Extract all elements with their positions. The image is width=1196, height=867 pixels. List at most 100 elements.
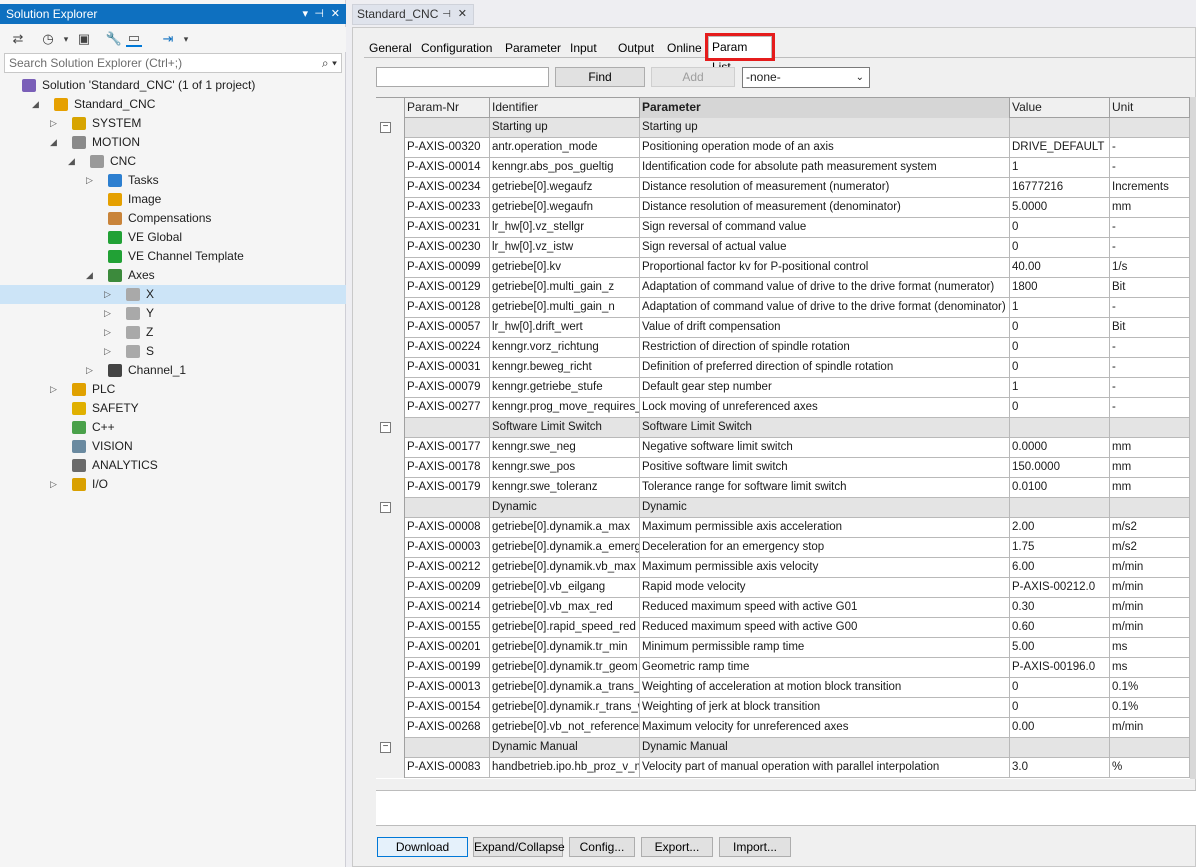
cell-value[interactable]: 0: [1010, 398, 1110, 418]
expanded-arrow-icon[interactable]: ◢: [50, 133, 60, 152]
table-row[interactable]: P-AXIS-00177 kenngr.swe_neg Negative softw…: [376, 438, 1196, 458]
collapsed-arrow-icon[interactable]: ▷: [104, 342, 114, 361]
tree-item[interactable]: ◢ MOTION: [0, 133, 346, 152]
collapsed-arrow-icon[interactable]: ▷: [86, 171, 96, 190]
cell-value[interactable]: 0.0000: [1010, 438, 1110, 458]
row-header[interactable]: −: [376, 418, 405, 438]
collapsed-arrow-icon[interactable]: ▷: [104, 304, 114, 323]
grid-scrollbar[interactable]: [1190, 97, 1196, 779]
group-row[interactable]: − Software Limit Switch Software Limit Swi…: [376, 418, 1196, 438]
cell-value[interactable]: 5.00: [1010, 638, 1110, 658]
collapse-icon[interactable]: −: [380, 122, 391, 133]
row-header[interactable]: −: [376, 118, 405, 138]
table-row[interactable]: P-AXIS-00277 kenngr.prog_move_requires_hc…: [376, 398, 1196, 418]
row-header[interactable]: [376, 158, 405, 178]
tree-item[interactable]: ▷ Y: [0, 304, 346, 323]
row-header[interactable]: [376, 618, 405, 638]
table-row[interactable]: P-AXIS-00083 handbetrieb.ipo.hb_proz_v_ma…: [376, 758, 1196, 778]
row-header[interactable]: [376, 558, 405, 578]
cell-value[interactable]: [1010, 498, 1110, 518]
table-row[interactable]: P-AXIS-00233 getriebe[0].wegaufn Distance …: [376, 198, 1196, 218]
cell-value[interactable]: 1: [1010, 298, 1110, 318]
search-icon[interactable]: ⌕ ▾: [322, 54, 337, 72]
sync-icon[interactable]: ⇄: [10, 31, 26, 47]
tree-item[interactable]: ◢ CNC: [0, 152, 346, 171]
table-row[interactable]: P-AXIS-00128 getriebe[0].multi_gain_n Adap…: [376, 298, 1196, 318]
row-header[interactable]: [376, 258, 405, 278]
download-button[interactable]: Download: [377, 837, 468, 857]
column-header-nr[interactable]: Param-Nr: [405, 98, 490, 118]
table-row[interactable]: P-AXIS-00154 getriebe[0].dynamik.r_trans_…: [376, 698, 1196, 718]
table-row[interactable]: P-AXIS-00214 getriebe[0].vb_max_red Reduce…: [376, 598, 1196, 618]
column-header-identifier[interactable]: Identifier: [490, 98, 640, 118]
collapse-icon[interactable]: −: [380, 742, 391, 753]
collapsed-arrow-icon[interactable]: ▷: [50, 475, 60, 494]
cell-value[interactable]: 0: [1010, 678, 1110, 698]
table-row[interactable]: P-AXIS-00209 getriebe[0].vb_eilgang Rapid …: [376, 578, 1196, 598]
cell-value[interactable]: [1010, 738, 1110, 758]
table-row[interactable]: P-AXIS-00231 lr_hw[0].vz_stellgr Sign reve…: [376, 218, 1196, 238]
row-header[interactable]: [376, 598, 405, 618]
tree-item[interactable]: Image: [0, 190, 346, 209]
row-header[interactable]: [376, 458, 405, 478]
tree-item[interactable]: Compensations: [0, 209, 346, 228]
cell-value[interactable]: 0: [1010, 238, 1110, 258]
row-header[interactable]: [376, 218, 405, 238]
cell-value[interactable]: 5.0000: [1010, 198, 1110, 218]
row-header[interactable]: [376, 718, 405, 738]
row-header[interactable]: [376, 358, 405, 378]
table-row[interactable]: P-AXIS-00008 getriebe[0].dynamik.a_max Max…: [376, 518, 1196, 538]
row-header[interactable]: [376, 758, 405, 778]
cell-value[interactable]: 1.75: [1010, 538, 1110, 558]
tab-input[interactable]: Input: [567, 38, 603, 58]
table-row[interactable]: P-AXIS-00230 lr_hw[0].vz_istw Sign reversa…: [376, 238, 1196, 258]
cell-value[interactable]: 0: [1010, 338, 1110, 358]
row-header[interactable]: −: [376, 498, 405, 518]
tab-general[interactable]: General: [366, 38, 412, 58]
row-header[interactable]: [376, 138, 405, 158]
cell-value[interactable]: 1: [1010, 158, 1110, 178]
cell-value[interactable]: 0.30: [1010, 598, 1110, 618]
tab-param-list[interactable]: Param List: [705, 33, 775, 74]
tree-item[interactable]: ▷ Z: [0, 323, 346, 342]
close-icon[interactable]: ✕: [458, 5, 467, 24]
cell-value[interactable]: 40.00: [1010, 258, 1110, 278]
row-header[interactable]: [376, 378, 405, 398]
add-button[interactable]: Add: [651, 67, 735, 87]
find-input[interactable]: [376, 67, 549, 87]
collapsed-arrow-icon[interactable]: ▷: [50, 114, 60, 133]
table-row[interactable]: P-AXIS-00224 kenngr.vorz_richtung Restrict…: [376, 338, 1196, 358]
pin-icon[interactable]: ⊣: [442, 5, 451, 24]
table-row[interactable]: P-AXIS-00320 antr.operation_mode Positioni…: [376, 138, 1196, 158]
cell-value[interactable]: 150.0000: [1010, 458, 1110, 478]
pin-icon[interactable]: ⊣: [314, 4, 324, 24]
row-header[interactable]: [376, 478, 405, 498]
preview-icon[interactable]: ▭: [126, 30, 142, 47]
table-row[interactable]: P-AXIS-00179 kenngr.swe_toleranz Tolerance…: [376, 478, 1196, 498]
properties-icon[interactable]: 🔧: [106, 31, 122, 47]
row-header[interactable]: [376, 578, 405, 598]
tree-item[interactable]: ▷ Tasks: [0, 171, 346, 190]
cell-value[interactable]: [1010, 418, 1110, 438]
tree-item[interactable]: ◢ Standard_CNC: [0, 95, 346, 114]
row-header[interactable]: [376, 398, 405, 418]
history-icon[interactable]: ◷: [40, 31, 56, 47]
chevron-down-icon[interactable]: ▾: [178, 31, 194, 47]
tree-item[interactable]: ▷ Channel_1: [0, 361, 346, 380]
collapse-icon[interactable]: −: [380, 502, 391, 513]
row-header[interactable]: [376, 338, 405, 358]
row-header[interactable]: [376, 658, 405, 678]
column-header-value[interactable]: Value: [1010, 98, 1110, 118]
tree-item[interactable]: ANALYTICS: [0, 456, 346, 475]
import-button[interactable]: Import...: [719, 837, 791, 857]
table-row[interactable]: P-AXIS-00031 kenngr.beweg_richt Definition…: [376, 358, 1196, 378]
cell-value[interactable]: P-AXIS-00212.0: [1010, 578, 1110, 598]
expanded-arrow-icon[interactable]: ◢: [86, 266, 96, 285]
cell-value[interactable]: 0: [1010, 358, 1110, 378]
table-row[interactable]: P-AXIS-00129 getriebe[0].multi_gain_z Adap…: [376, 278, 1196, 298]
tab-online[interactable]: Online: [664, 38, 702, 58]
collapse-all-icon[interactable]: ▣: [76, 31, 92, 47]
table-row[interactable]: P-AXIS-00057 lr_hw[0].drift_wert Value of …: [376, 318, 1196, 338]
export-button[interactable]: Export...: [641, 837, 713, 857]
row-header[interactable]: [376, 638, 405, 658]
